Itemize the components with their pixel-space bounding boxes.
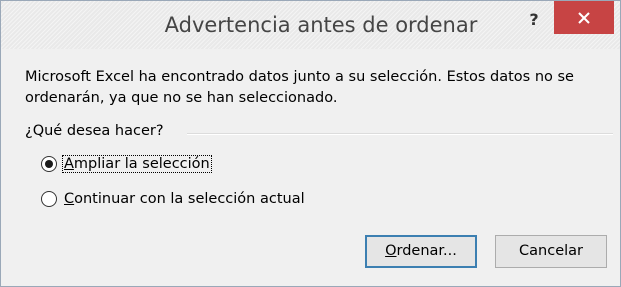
help-button[interactable]: ? (517, 5, 551, 35)
radio-button-expand[interactable] (41, 156, 57, 172)
dialog-body: Microsoft Excel ha encontrado datos junt… (1, 49, 620, 286)
question-label: ¿Qué desea hacer? (25, 123, 164, 139)
sort-button-text: rdenar... (396, 243, 457, 259)
title-bar: Advertencia antes de ordenar ? (1, 1, 620, 49)
cancel-button[interactable]: Cancelar (495, 235, 607, 268)
sort-warning-dialog: Advertencia antes de ordenar ? Microsoft… (0, 0, 621, 287)
close-icon (578, 12, 590, 24)
warning-message: Microsoft Excel ha encontrado datos junt… (25, 69, 574, 106)
option-expand-text: mpliar la selección (73, 156, 210, 172)
option-continue-label: Continuar con la selección actual (63, 191, 306, 207)
option-expand-label: Ampliar la selección (62, 155, 212, 173)
mnemonic-c: C (64, 191, 75, 207)
option-continue-text: ontinuar con la selección actual (74, 191, 305, 207)
mnemonic-a: A (64, 156, 74, 172)
option-continue-current[interactable]: Continuar con la selección actual (41, 188, 306, 210)
radio-selected-dot (45, 160, 53, 168)
radio-button-continue[interactable] (41, 191, 57, 207)
group-divider (187, 133, 613, 135)
close-button[interactable] (554, 1, 614, 34)
option-expand-selection[interactable]: Ampliar la selección (41, 153, 212, 175)
mnemonic-o: O (385, 243, 397, 259)
sort-button[interactable]: Ordenar... (365, 235, 477, 268)
